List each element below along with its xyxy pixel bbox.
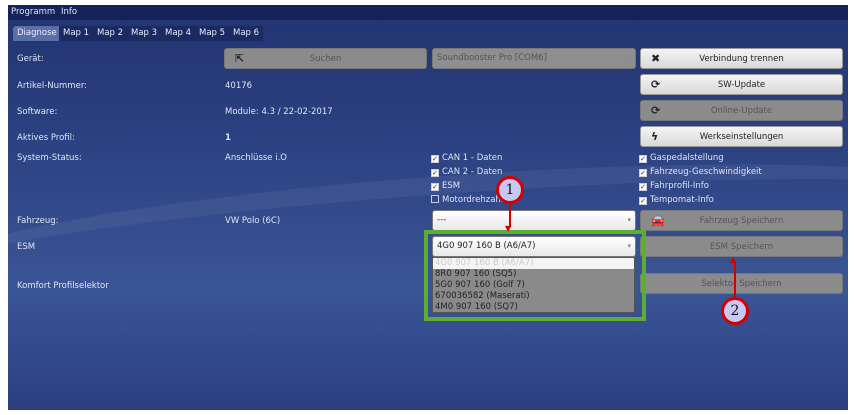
checkbox-motordrehzahl[interactable]: Motordrehzahl <box>431 195 503 205</box>
checkbox-label: Tempomat-Info <box>650 195 714 205</box>
lightning-icon: ϟ <box>651 130 659 143</box>
checkbox-label: Fahrprofil-Info <box>650 181 709 191</box>
menu-info[interactable]: Info <box>61 7 77 17</box>
sw-update-label: SW-Update <box>717 79 766 90</box>
value-artikel: 40176 <box>225 81 253 91</box>
verbindung-label: Verbindung trennen <box>699 53 784 64</box>
value-status: Anschlüsse i.O <box>225 153 287 163</box>
value-fahrzeug: VW Polo (6C) <box>225 216 281 226</box>
arrow-down-icon: ▼ <box>505 224 512 233</box>
checkbox-can2[interactable]: ✓ CAN 2 - Daten <box>431 167 502 177</box>
esm-speichern-button[interactable]: ESM Speichern <box>640 236 843 257</box>
close-icon: ✖ <box>651 52 661 65</box>
fahrzeug-select[interactable]: --- ▾ <box>432 210 636 231</box>
checkbox-label: Gaspedalstellung <box>650 153 724 163</box>
refresh-icon: ⟳ <box>651 78 661 91</box>
suchen-label: Suchen <box>309 53 342 64</box>
tab-map-5[interactable]: Map 5 <box>195 26 230 41</box>
selektor-speichern-button[interactable]: Selektor Speichern <box>640 273 843 294</box>
label-software: Software: <box>17 107 58 117</box>
app-window: Programm Info Diagnose Map 1 Map 2 Map 3… <box>8 5 848 410</box>
checkbox-can1[interactable]: ✓ CAN 1 - Daten <box>431 153 502 163</box>
checkbox-gaspedal[interactable]: ✓ Gaspedalstellung <box>639 153 724 163</box>
fahrzeug-speichern-button[interactable]: 🚘 Fahrzeug Speichern <box>640 210 843 231</box>
checkbox-tempomat[interactable]: ✓ Tempomat-Info <box>639 195 714 205</box>
device-select[interactable]: Soundbooster Pro [COM6] ▾ <box>432 48 636 69</box>
label-esm: ESM <box>17 242 36 252</box>
tab-map-2[interactable]: Map 2 <box>93 26 128 41</box>
online-update-button[interactable]: ⟳ Online-Update <box>640 100 843 121</box>
export-icon: ⇱ <box>235 52 245 65</box>
annotation-marker-2: 2 <box>721 297 749 325</box>
menu-programm[interactable]: Programm <box>11 7 55 17</box>
car-icon: 🚘 <box>651 214 665 227</box>
checkbox-label: ESM <box>442 181 461 191</box>
esm-speichern-label: ESM Speichern <box>709 241 774 252</box>
tab-map-3[interactable]: Map 3 <box>127 26 162 41</box>
chevron-down-icon: ▾ <box>627 54 631 62</box>
highlight-box <box>424 230 646 321</box>
checkbox-label: Fahrzeug-Geschwindigkeit <box>650 167 762 177</box>
tab-diagnose[interactable]: Diagnose <box>13 26 61 41</box>
chevron-down-icon: ▾ <box>627 216 631 224</box>
tab-map-6[interactable]: Map 6 <box>229 26 264 41</box>
label-fahrzeug: Fahrzeug: <box>17 216 59 226</box>
selektor-speichern-label: Selektor Speichern <box>701 278 782 289</box>
arrow-up-icon: ▲ <box>730 255 737 264</box>
label-komfort: Komfort Profilselektor <box>17 281 109 291</box>
fahrzeug-select-value: --- <box>437 215 447 225</box>
checkbox-label: CAN 2 - Daten <box>442 167 503 177</box>
value-software: Module: 4.3 / 22-02-2017 <box>225 107 333 117</box>
label-artikel: Artikel-Nummer: <box>17 81 88 91</box>
refresh-icon: ⟳ <box>651 104 661 117</box>
checkbox-esm[interactable]: ✓ ESM <box>431 181 460 191</box>
werkseinstellungen-button[interactable]: ϟ Werkseinstellungen <box>640 126 843 147</box>
sw-update-button[interactable]: ⟳ SW-Update <box>640 74 843 95</box>
tab-map-4[interactable]: Map 4 <box>161 26 196 41</box>
checkbox-label: Motordrehzahl <box>442 195 504 205</box>
annotation-marker-1: 1 <box>496 176 524 204</box>
menu-bar: Programm Info <box>8 5 848 20</box>
verbindung-trennen-button[interactable]: ✖ Verbindung trennen <box>640 48 843 69</box>
werk-label: Werkseinstellungen <box>699 131 784 142</box>
fahrzeug-speichern-label: Fahrzeug Speichern <box>699 215 784 226</box>
tab-map-1[interactable]: Map 1 <box>59 26 94 41</box>
label-status: System-Status: <box>17 153 82 163</box>
checkbox-geschwindigkeit[interactable]: ✓ Fahrzeug-Geschwindigkeit <box>639 167 762 177</box>
annotation-arrow-2 <box>734 261 736 297</box>
value-profil: 1 <box>225 133 231 143</box>
online-update-label: Online-Update <box>710 105 773 116</box>
label-geraet: Gerät: <box>17 54 44 64</box>
checkbox-fahrprofil[interactable]: ✓ Fahrprofil-Info <box>639 181 709 191</box>
suchen-button[interactable]: ⇱ Suchen <box>224 48 427 69</box>
label-profil: Aktives Profil: <box>17 133 75 143</box>
checkbox-label: CAN 1 - Daten <box>442 153 503 163</box>
device-select-value: Soundbooster Pro [COM6] <box>437 53 547 63</box>
